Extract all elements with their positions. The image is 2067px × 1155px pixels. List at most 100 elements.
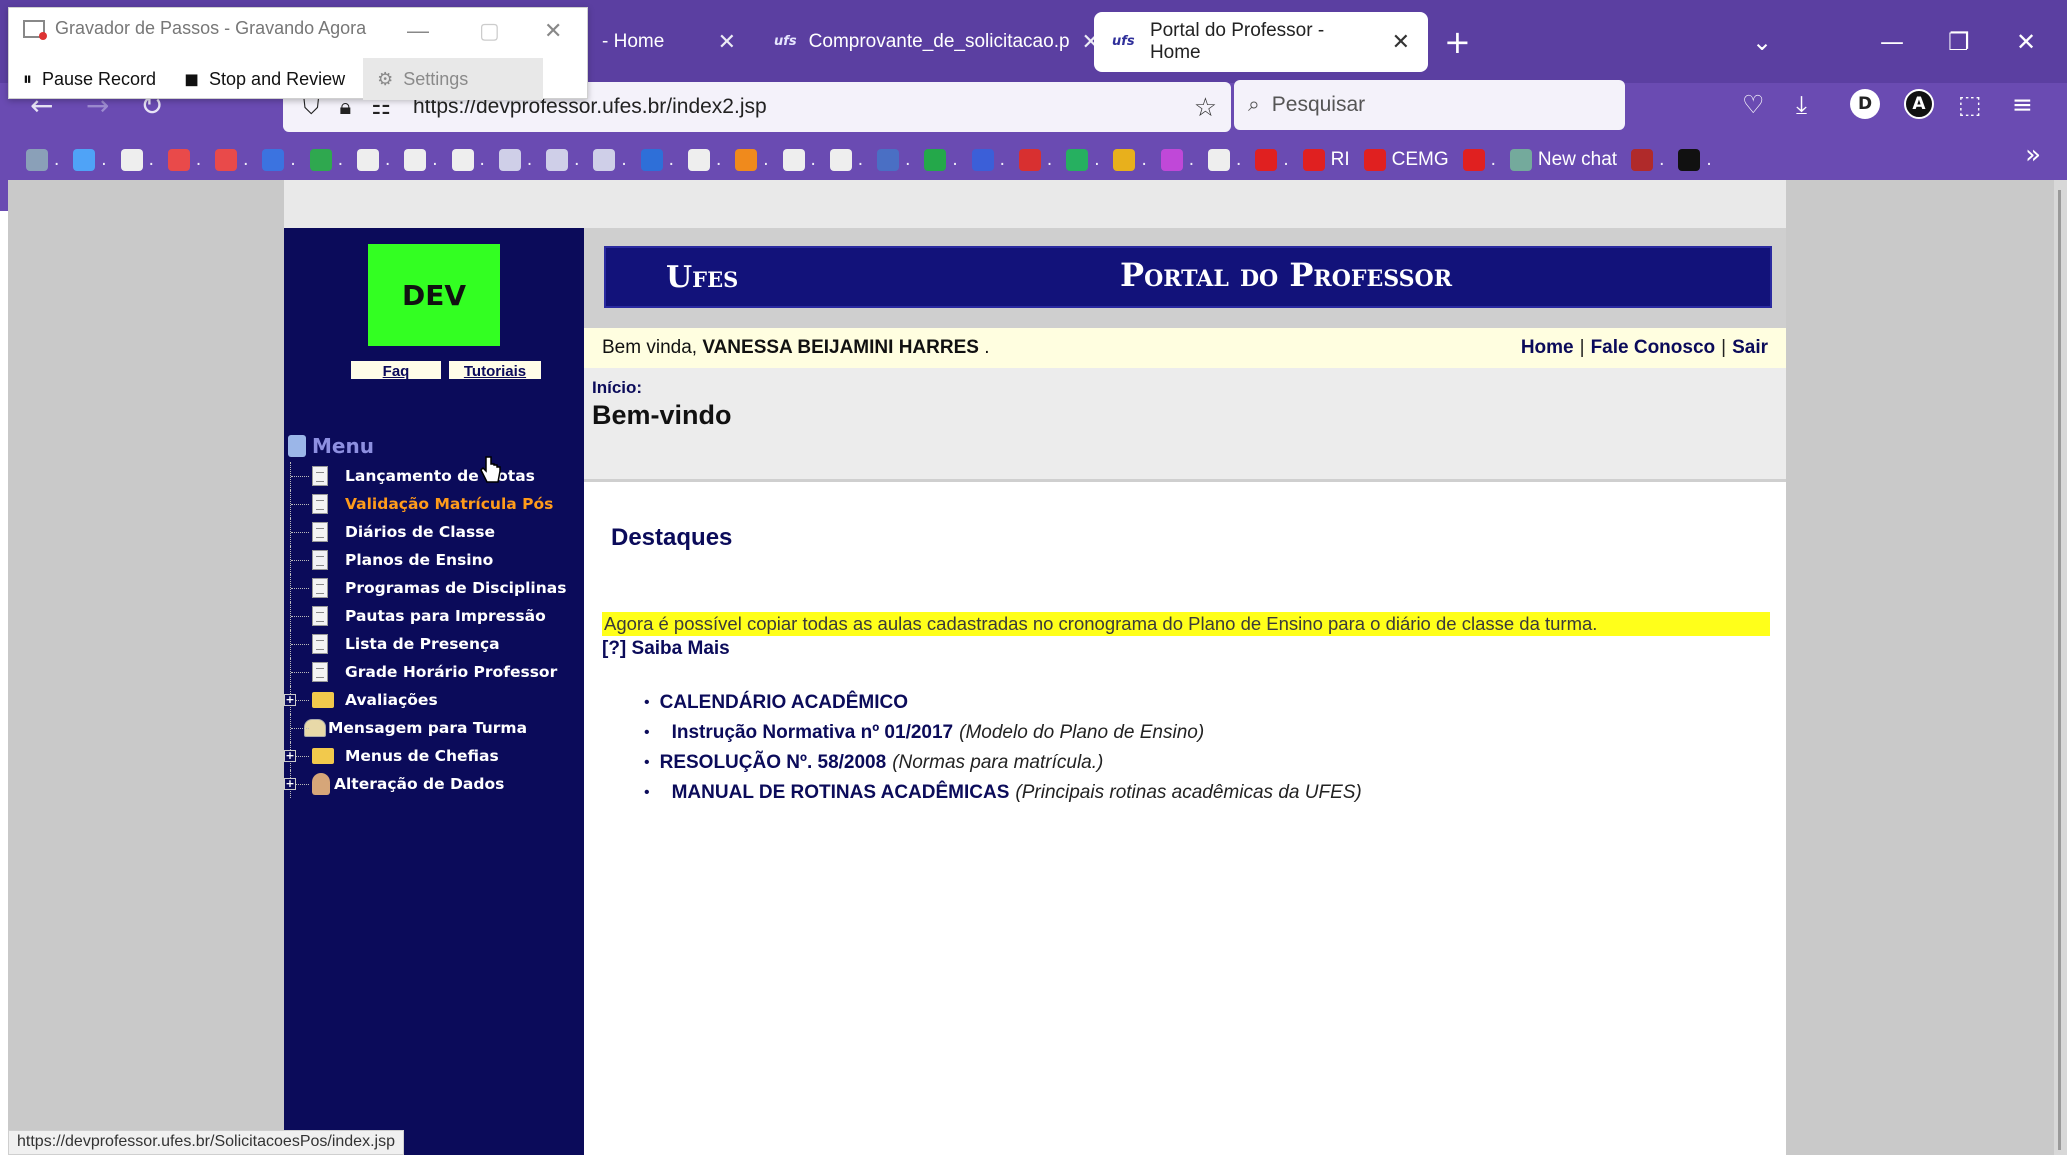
close-icon[interactable]: ✕: [1392, 29, 1410, 55]
bookmark-item[interactable]: .: [356, 149, 390, 171]
document-link[interactable]: MANUAL DE ROTINAS ACADÊMICAS: [672, 782, 1010, 804]
menu-icon[interactable]: ≡: [2012, 88, 2033, 122]
menu-item[interactable]: Lançamento de Notas: [290, 462, 566, 490]
sair-link[interactable]: Sair: [1732, 337, 1768, 358]
bookmark-item[interactable]: RI: [1302, 149, 1350, 171]
expand-icon[interactable]: +: [284, 778, 296, 790]
fale-conosco-link[interactable]: Fale Conosco: [1591, 337, 1716, 358]
bookmark-item[interactable]: .: [924, 149, 958, 171]
bookmark-item[interactable]: .: [971, 149, 1005, 171]
ufes-title: Ufes: [666, 260, 739, 295]
tree-connector: [290, 546, 312, 574]
tree-connector: [290, 462, 312, 490]
document-link[interactable]: CALENDÁRIO ACADÊMICO: [660, 692, 908, 714]
tree-connector: [290, 602, 312, 630]
highlight-links: • CALENDÁRIO ACADÊMICO • Instrução Normativ…: [644, 688, 1362, 808]
scrollbar[interactable]: [2054, 180, 2067, 1155]
minimize-icon[interactable]: —: [407, 18, 429, 44]
maximize-icon[interactable]: ▢: [479, 18, 500, 44]
close-icon[interactable]: ✕: [544, 18, 562, 44]
scrollbar-thumb[interactable]: [2058, 190, 2061, 1150]
menu-item[interactable]: Planos de Ensino: [290, 546, 566, 574]
document-link[interactable]: RESOLUÇÃO Nº. 58/2008: [660, 752, 887, 774]
stop-icon: ◼: [184, 68, 200, 89]
menu-item[interactable]: Programas de Disciplinas: [290, 574, 566, 602]
bookmark-item[interactable]: .: [782, 149, 816, 171]
bookmark-favicon-icon: [73, 149, 96, 171]
bookmark-item[interactable]: .: [26, 149, 59, 171]
bookmark-item[interactable]: .: [167, 149, 201, 171]
menu-item-label: Programas de Disciplinas: [345, 579, 567, 597]
expand-icon[interactable]: +: [284, 750, 296, 762]
menu-item[interactable]: + Alteração de Dados: [284, 770, 566, 798]
extensions-icon[interactable]: ⬚: [1958, 88, 1982, 122]
bookmark-item[interactable]: CEMG: [1363, 149, 1449, 171]
menu-item[interactable]: Mensagem para Turma: [290, 714, 566, 742]
minimize-icon[interactable]: —: [1880, 22, 1904, 62]
menu-item[interactable]: + Avaliações: [284, 686, 566, 714]
stop-review-button[interactable]: ◼ Stop and Review: [170, 58, 359, 100]
bookmark-item[interactable]: .: [1631, 149, 1664, 171]
bookmark-item[interactable]: .: [687, 149, 721, 171]
bookmark-item[interactable]: .: [1678, 149, 1712, 171]
faq-link[interactable]: Faq: [351, 361, 441, 379]
restore-icon[interactable]: ❐: [1948, 22, 1970, 62]
settings-button[interactable]: ⚙ Settings: [363, 58, 544, 100]
bookmarks-overflow-icon[interactable]: »: [2025, 140, 2041, 170]
bookmark-item[interactable]: .: [1066, 149, 1099, 171]
bookmark-item[interactable]: .: [640, 149, 674, 171]
bookmark-item[interactable]: .: [120, 149, 154, 171]
bookmark-item[interactable]: .: [73, 149, 107, 171]
bookmark-dot: .: [810, 149, 816, 170]
new-tab-icon[interactable]: +: [1444, 22, 1471, 62]
bookmark-item[interactable]: .: [309, 149, 343, 171]
bookmark-item[interactable]: .: [1255, 149, 1289, 171]
bookmark-item[interactable]: .: [546, 149, 579, 171]
bookmark-item[interactable]: .: [1018, 149, 1052, 171]
home-link[interactable]: Home: [1521, 337, 1574, 358]
extension-d-icon[interactable]: D: [1850, 89, 1880, 119]
bookmark-item[interactable]: .: [735, 149, 769, 171]
document-link[interactable]: Instrução Normativa nº 01/2017: [672, 722, 954, 744]
ufes-favicon-icon: ufs: [774, 34, 797, 49]
welcome-message: Bem vinda, VANESSA BEIJAMINI HARRES .: [602, 337, 990, 359]
bookmark-star-icon[interactable]: ☆: [1194, 92, 1217, 123]
download-icon[interactable]: ⤓: [1796, 88, 1807, 122]
bookmark-item[interactable]: .: [593, 149, 627, 171]
menu-item[interactable]: + Menus de Chefias: [284, 742, 566, 770]
bookmark-item[interactable]: .: [877, 149, 910, 171]
close-window-icon[interactable]: ✕: [2016, 22, 2036, 62]
tutorials-link[interactable]: Tutoriais: [449, 361, 541, 379]
pocket-icon[interactable]: ♡: [1742, 88, 1764, 122]
bookmark-item[interactable]: .: [1462, 149, 1496, 171]
bullet: •: [644, 724, 650, 741]
menu-item[interactable]: Pautas para Impressão: [290, 602, 566, 630]
bookmark-item[interactable]: .: [829, 149, 863, 171]
bookmark-item[interactable]: .: [1208, 149, 1241, 171]
saiba-mais-link[interactable]: [?] Saiba Mais: [602, 638, 730, 660]
bookmark-item[interactable]: .: [1160, 149, 1194, 171]
bookmark-item[interactable]: .: [498, 149, 532, 171]
search-input[interactable]: ⌕ Pesquisar: [1234, 80, 1625, 130]
breadcrumb[interactable]: Início:: [592, 378, 642, 398]
expand-icon[interactable]: +: [284, 694, 296, 706]
tab-comprovante[interactable]: ufs Comprovante_de_solicitacao.p ✕: [756, 12, 1100, 72]
menu-item[interactable]: Validação Matrícula Pós: [290, 490, 566, 518]
bookmark-item[interactable]: .: [215, 149, 248, 171]
pause-icon: ⏸: [23, 68, 32, 89]
bookmark-item[interactable]: .: [404, 149, 438, 171]
menu-item[interactable]: Grade Horário Professor: [290, 658, 566, 686]
tab-portal-professor[interactable]: ufs Portal do Professor - Home ✕: [1094, 12, 1428, 72]
tab-home[interactable]: - Home ✕: [584, 12, 754, 72]
tab-list-chevron-icon[interactable]: ⌄: [1752, 22, 1772, 62]
bookmark-item[interactable]: .: [1113, 149, 1147, 171]
pause-record-button[interactable]: ⏸ Pause Record: [9, 58, 170, 100]
close-icon[interactable]: ✕: [718, 29, 736, 55]
menu-item[interactable]: Diários de Classe: [290, 518, 566, 546]
bookmark-item[interactable]: New chat: [1509, 149, 1617, 171]
menu-item[interactable]: Lista de Presença: [290, 630, 566, 658]
bookmark-item[interactable]: .: [262, 149, 296, 171]
bookmark-item[interactable]: .: [451, 149, 485, 171]
extension-a-icon[interactable]: A: [1904, 89, 1934, 119]
doc-icon: [312, 494, 328, 514]
